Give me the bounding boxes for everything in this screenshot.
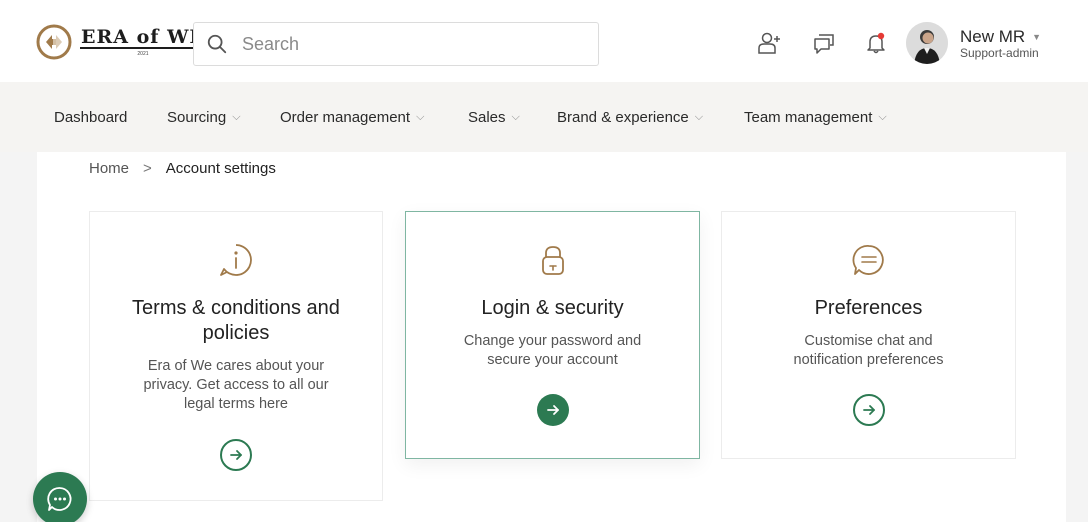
top-header: ERA of WE 2021 Search New MR ▼ Support-a…	[0, 0, 1088, 82]
breadcrumb-separator: >	[143, 160, 152, 177]
arrow-right-icon	[546, 405, 559, 415]
card-description: Customise chat and	[804, 333, 933, 349]
search-box[interactable]	[193, 22, 599, 66]
card-terms-policies[interactable]: Terms & conditions and policies Era of W…	[89, 211, 383, 501]
nav-item-sourcing[interactable]: Sourcing ⌵	[167, 82, 241, 152]
nav-item-sales[interactable]: Sales ⌵	[468, 82, 520, 152]
card-title: Login & security	[481, 297, 624, 319]
chevron-down-icon: ⌵	[416, 110, 425, 123]
card-login-security[interactable]: Login & security Change your password an…	[405, 211, 700, 459]
chevron-down-icon: ⌵	[694, 110, 704, 123]
breadcrumb-current: Account settings	[165, 160, 276, 177]
chevron-down-icon: ⌵	[232, 110, 241, 123]
card-title: policies	[202, 322, 270, 344]
card-description: Change your password and	[463, 333, 642, 349]
user-menu[interactable]: New MR ▼ Support-admin	[960, 27, 1042, 61]
chevron-down-icon: ⌵	[878, 110, 887, 123]
card-description: legal terms here	[184, 396, 288, 412]
nav-item-dashboard[interactable]: Dashboard	[54, 82, 127, 152]
open-login-security-button[interactable]	[536, 394, 569, 426]
logo-mark-icon	[36, 24, 72, 60]
chevron-down-icon: ⌵	[511, 110, 520, 123]
open-preferences-button[interactable]	[852, 394, 885, 426]
card-description: notification preferences	[793, 352, 944, 368]
logo-year: 2021	[137, 51, 149, 57]
main-nav: Dashboard Sourcing ⌵ Order management ⌵ …	[0, 82, 1088, 152]
lock-icon	[541, 246, 564, 275]
nav-item-team-management[interactable]: Team management ⌵	[744, 82, 887, 152]
add-user-icon[interactable]	[756, 30, 782, 56]
card-description: secure your account	[487, 352, 618, 368]
arrow-right-icon	[862, 405, 875, 415]
open-terms-button[interactable]	[220, 439, 252, 471]
chat-bubbles-icon[interactable]	[811, 30, 837, 56]
breadcrumb: Home > Account settings	[89, 160, 276, 177]
card-preferences[interactable]: Preferences Customise chat and notificat…	[721, 211, 1016, 459]
card-title: Terms & conditions and	[132, 297, 340, 319]
info-circle-icon	[220, 244, 252, 276]
notification-bell-icon[interactable]	[863, 30, 889, 56]
card-description: Era of We cares about your	[147, 358, 325, 374]
caret-down-icon: ▼	[1032, 32, 1042, 42]
card-description: privacy. Get access to all our	[143, 377, 329, 393]
search-icon	[207, 34, 227, 54]
logo-wordmark: ERA of WE	[80, 26, 206, 49]
user-name: New MR	[960, 27, 1026, 46]
breadcrumb-home[interactable]: Home	[89, 160, 129, 177]
account-settings-panel: Home > Account settings Terms & conditio…	[37, 152, 1066, 522]
arrow-right-icon	[230, 450, 242, 460]
nav-item-brand-experience[interactable]: Brand & experience ⌵	[557, 82, 703, 152]
nav-item-order-management[interactable]: Order management ⌵	[280, 82, 424, 152]
chat-support-button[interactable]	[33, 472, 87, 522]
brand-logo[interactable]: ERA of WE 2021	[36, 24, 206, 60]
search-input[interactable]	[242, 23, 598, 65]
avatar[interactable]	[906, 22, 948, 64]
chat-icon	[47, 487, 72, 511]
user-role: Support-admin	[960, 46, 1039, 60]
card-title: Preferences	[814, 297, 923, 319]
chat-lines-icon	[852, 245, 884, 275]
notification-dot	[877, 32, 885, 40]
